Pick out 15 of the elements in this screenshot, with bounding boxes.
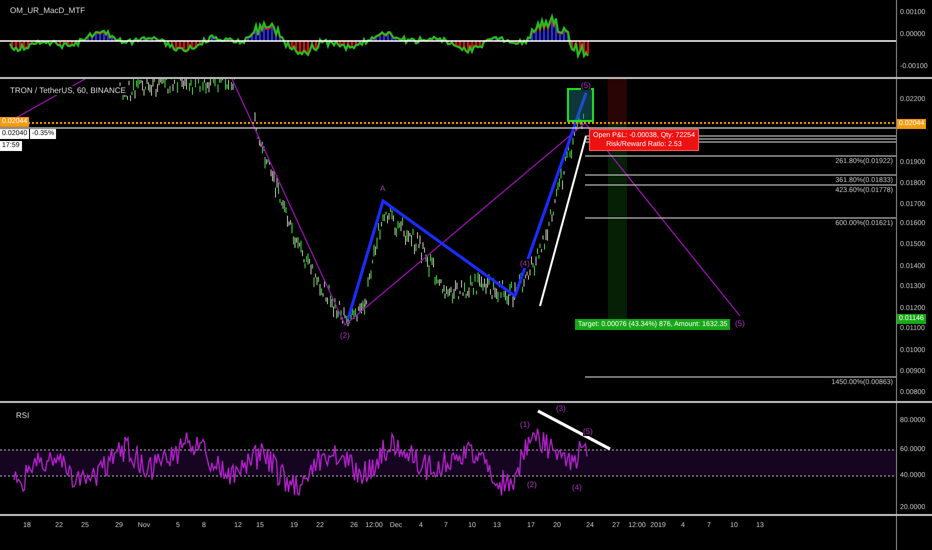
rsi-title: RSI	[14, 411, 32, 420]
wave-label: (2)	[527, 480, 537, 489]
indicator-title: OM_UR_MacD_MTF	[8, 6, 88, 15]
wave-label: (5)	[581, 81, 591, 90]
wave-label: (2)	[340, 331, 350, 340]
wave-label: (5)	[735, 319, 745, 328]
wave-label: (3)	[556, 404, 566, 413]
stop-zone	[608, 79, 627, 123]
wave-label: (5)	[583, 427, 593, 436]
wave-label: (4)	[572, 483, 582, 492]
highlight-box	[567, 88, 594, 122]
wave-label: A	[380, 184, 386, 193]
wave-label: (4)	[520, 259, 530, 268]
wave-label: (1)	[520, 420, 530, 429]
chart-title: TRON / TetherUS, 60, BINANCE	[8, 86, 128, 95]
